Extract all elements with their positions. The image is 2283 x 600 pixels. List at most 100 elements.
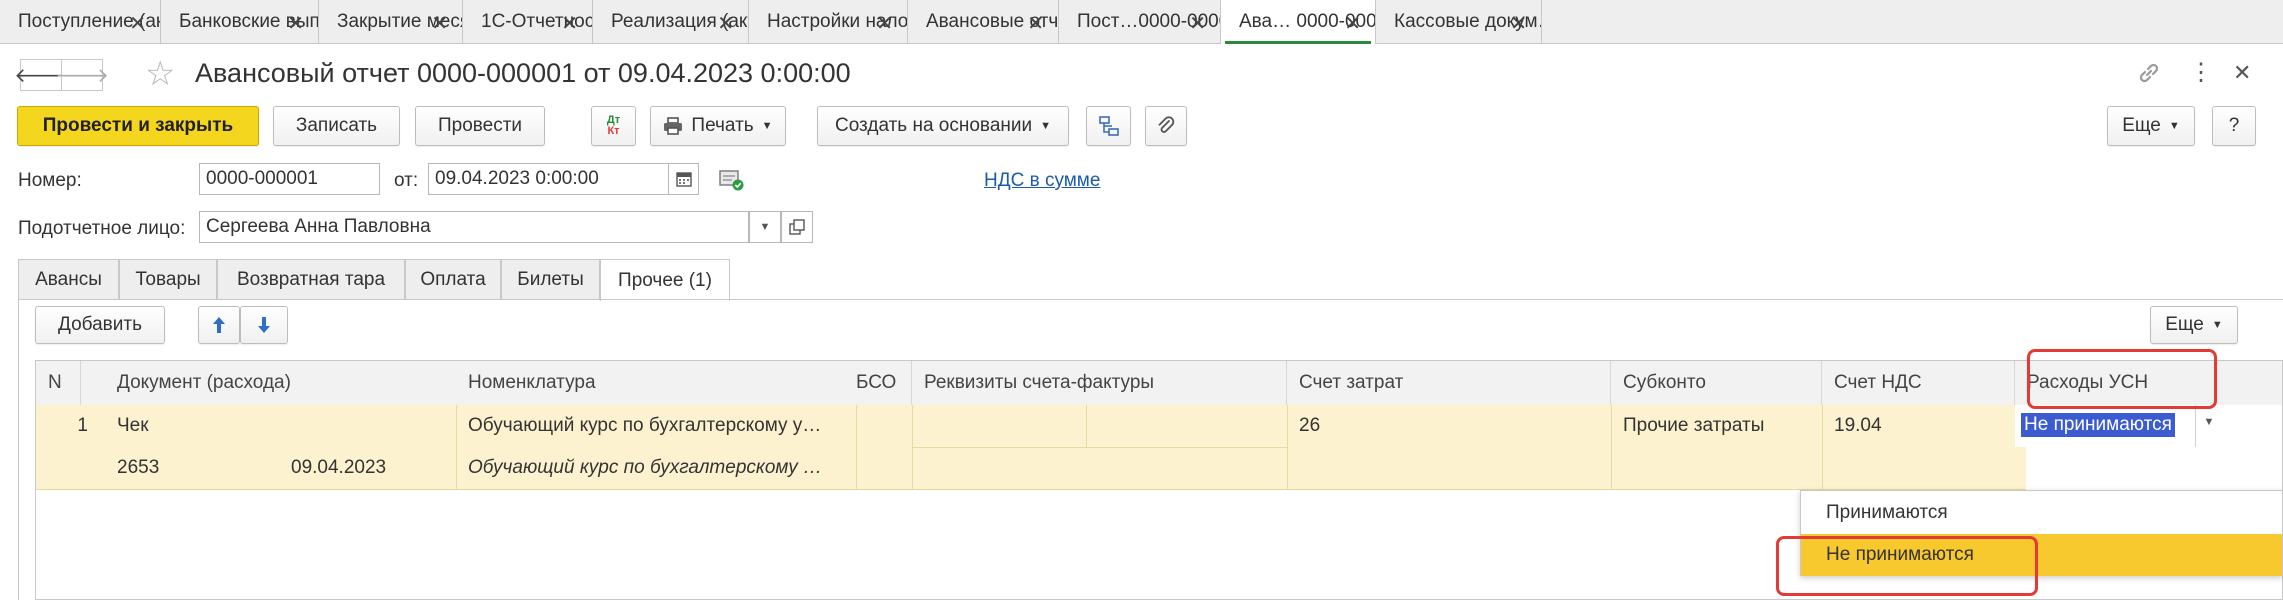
accountable-person-field[interactable]: Сергеева Анна Павловна xyxy=(199,211,749,243)
close-icon[interactable]: ✕ xyxy=(1510,11,1527,36)
nomenclature-description-cell[interactable]: Обучающий курс по бухгалтерскому … xyxy=(468,447,848,489)
create-based-on-button[interactable]: Создать на основании ▼ xyxy=(817,106,1069,146)
tab-payment[interactable]: Оплата xyxy=(405,259,501,299)
usn-expenses-editor[interactable]: Не принимаются ▼ xyxy=(2015,405,2282,447)
help-label: ? xyxy=(2228,115,2240,136)
close-icon[interactable]: ✕ xyxy=(876,11,893,36)
post-and-close-button[interactable]: Провести и закрыть xyxy=(17,106,259,146)
column-header-subconto[interactable]: Субконто xyxy=(1611,361,1822,405)
document-type-cell[interactable]: Чек xyxy=(117,405,437,447)
grid-more-label: Еще xyxy=(2165,314,2204,335)
close-icon[interactable]: ✕ xyxy=(717,11,734,36)
tab-returnable-packaging[interactable]: Возвратная тара xyxy=(217,259,405,299)
close-icon[interactable]: ✕ xyxy=(561,11,578,36)
date-field[interactable]: 09.04.2023 0:00:00 xyxy=(428,163,669,195)
create-based-on-label: Создать на основании xyxy=(834,115,1033,136)
forward-button[interactable]: 🡒 xyxy=(55,59,109,91)
close-icon[interactable]: ✕ xyxy=(1344,11,1361,36)
save-button[interactable]: Записать xyxy=(273,106,400,146)
dt-kt-button[interactable]: Дт Кт xyxy=(591,106,636,146)
column-header-bso[interactable]: БСО xyxy=(856,361,912,405)
window-tab-9-active[interactable]: Ава… 0000-000001 ✕ xyxy=(1221,0,1376,44)
option-label: Принимаются xyxy=(1826,502,1948,523)
save-label: Записать xyxy=(295,115,378,136)
window-tab-10[interactable]: Кассовые докум… ✕ xyxy=(1376,0,1542,43)
cell-divider xyxy=(912,447,1287,448)
window-tab-7[interactable]: Авансовые отчеты ✕ xyxy=(908,0,1059,43)
editor-divider xyxy=(2195,405,2196,447)
link-icon[interactable] xyxy=(2136,60,2162,86)
help-button[interactable]: ? xyxy=(2212,106,2256,146)
favorite-star-icon[interactable]: ☆ xyxy=(145,54,175,94)
window-tab-2[interactable]: Банковские выпи… ✕ xyxy=(161,0,319,43)
add-row-button[interactable]: Добавить xyxy=(35,306,165,344)
tab-other-active[interactable]: Прочее (1) xyxy=(600,259,730,301)
document-date-cell[interactable]: 09.04.2023 xyxy=(291,447,441,489)
calendar-icon xyxy=(675,171,692,187)
document-number-cell[interactable]: 2653 xyxy=(117,447,267,489)
chevron-down-icon: ▼ xyxy=(759,221,771,233)
close-icon[interactable]: ✕ xyxy=(129,11,146,36)
nomenclature-cell[interactable]: Обучающий курс по бухгалтерскому у… xyxy=(468,405,848,447)
column-header-expense-account[interactable]: Счет затрат xyxy=(1287,361,1611,405)
close-icon[interactable]: ✕ xyxy=(2233,60,2251,86)
chevron-down-icon: ▼ xyxy=(761,120,773,132)
chevron-down-icon[interactable]: ▼ xyxy=(2199,416,2219,428)
active-tab-indicator xyxy=(1225,41,1371,44)
window-tab-8[interactable]: Пост…0000-000003 ✕ xyxy=(1059,0,1221,43)
dt-kt-icon: Дт Кт xyxy=(607,115,620,137)
window-tab-5[interactable]: Реализация (акт… ✕ xyxy=(593,0,749,43)
window-tab-6[interactable]: Настройки налог… ✕ xyxy=(749,0,908,43)
close-icon[interactable]: ✕ xyxy=(287,11,304,36)
annotation-highlight-option xyxy=(1776,536,2038,596)
vat-in-amount-link[interactable]: НДС в сумме xyxy=(984,170,1100,192)
cell-divider xyxy=(1822,405,1823,489)
chevron-down-icon: ▼ xyxy=(2211,319,2223,331)
move-down-button[interactable] xyxy=(240,306,288,344)
print-button[interactable]: Печать ▼ xyxy=(650,106,786,146)
close-icon[interactable]: ✕ xyxy=(1189,11,1206,36)
column-header-invoice-details[interactable]: Реквизиты счета-фактуры xyxy=(912,361,1287,405)
tab-tickets[interactable]: Билеты xyxy=(501,259,600,299)
vat-account-cell[interactable]: 19.04 xyxy=(1834,405,2004,447)
subconto-cell[interactable]: Прочие затраты xyxy=(1623,405,1813,447)
post-button[interactable]: Провести xyxy=(415,106,545,146)
chevron-down-icon: ▼ xyxy=(1040,120,1051,132)
cell-divider xyxy=(1611,405,1612,489)
move-up-button[interactable] xyxy=(198,306,240,344)
column-header-document[interactable]: Документ (расхода) xyxy=(81,361,491,405)
calendar-button[interactable] xyxy=(668,163,699,195)
close-icon[interactable]: ✕ xyxy=(431,11,448,36)
column-header-n[interactable]: N xyxy=(36,361,81,405)
post-label: Провести xyxy=(437,115,523,136)
tab-goods[interactable]: Товары xyxy=(119,259,217,299)
dropdown-option-accepted[interactable]: Принимаются xyxy=(1801,492,2282,534)
number-field[interactable]: 0000-000001 xyxy=(199,163,380,195)
more-vertical-icon[interactable]: ⋮ xyxy=(2189,58,2213,87)
row-number: 1 xyxy=(77,415,88,436)
window-tab-4[interactable]: 1С-Отчетность ✕ xyxy=(463,0,593,43)
cell-divider xyxy=(456,405,457,489)
expense-account-cell[interactable]: 26 xyxy=(1299,405,1599,447)
structure-button[interactable] xyxy=(1086,106,1131,146)
close-icon[interactable]: ✕ xyxy=(1027,11,1044,36)
window-tab-3[interactable]: Закрытие месяца ✕ xyxy=(319,0,463,43)
print-label: Печать xyxy=(691,115,754,136)
usn-expenses-selected-text[interactable]: Не принимаются xyxy=(2021,413,2175,437)
window-tab-1[interactable]: Поступление (акт… ✕ xyxy=(0,0,161,43)
date-label: от: xyxy=(394,170,419,191)
chevron-down-icon: ▼ xyxy=(2168,120,2180,132)
open-person-button[interactable] xyxy=(781,211,813,243)
person-dropdown-button[interactable]: ▼ xyxy=(749,211,781,243)
attach-button[interactable] xyxy=(1145,106,1187,146)
more-button[interactable]: Еще ▼ xyxy=(2107,106,2195,146)
more-label: Еще xyxy=(2122,115,2161,136)
column-header-nomenclature[interactable]: Номенклатура xyxy=(456,361,876,405)
grid-more-button[interactable]: Еще ▼ xyxy=(2150,306,2238,344)
column-header-vat-account[interactable]: Счет НДС xyxy=(1822,361,2015,405)
printer-icon xyxy=(663,117,683,135)
paperclip-icon xyxy=(1156,115,1176,137)
cell-divider xyxy=(856,405,857,489)
open-windows-tabbar: Поступление (акт… ✕ Банковские выпи… ✕ З… xyxy=(0,0,2283,44)
tab-advances[interactable]: Авансы xyxy=(18,259,119,299)
